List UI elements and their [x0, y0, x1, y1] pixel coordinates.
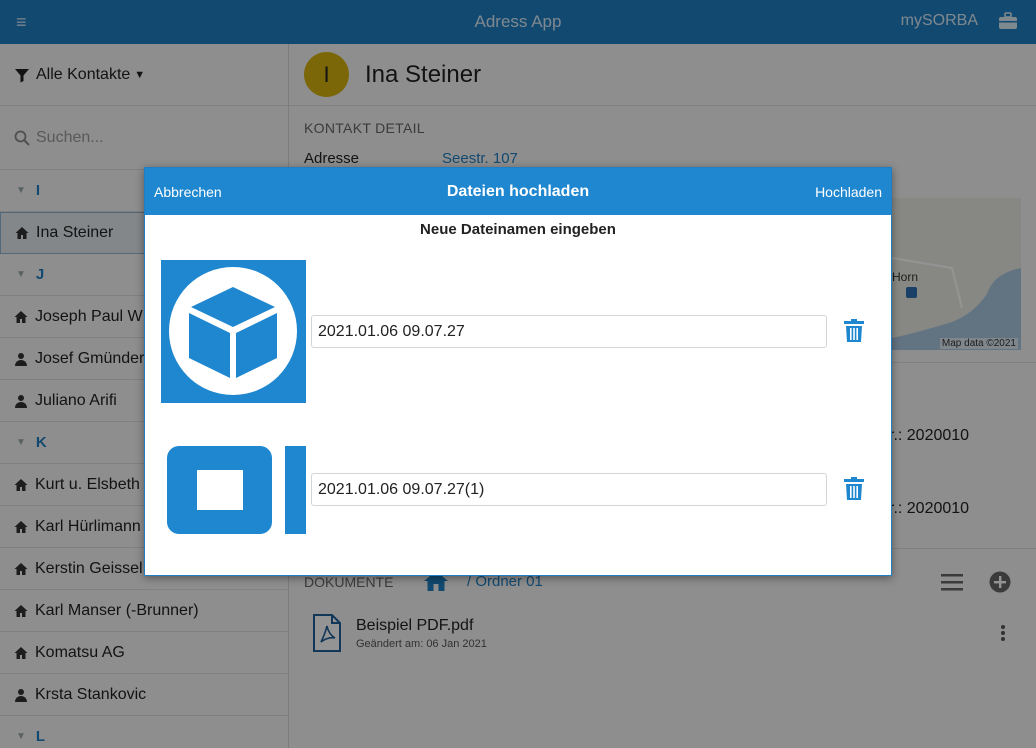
file-name-input[interactable] [311, 473, 827, 506]
dialog-header: Abbrechen Dateien hochladen Hochladen [145, 168, 891, 215]
dialog-title: Dateien hochladen [446, 183, 590, 200]
file-thumbnail-logo-icon [161, 434, 306, 538]
trash-icon[interactable] [844, 319, 864, 343]
upload-button[interactable]: Hochladen [815, 184, 882, 200]
dialog-subtitle: Neue Dateinamen eingeben [420, 221, 616, 238]
trash-icon[interactable] [844, 477, 864, 501]
upload-files-dialog: Abbrechen Dateien hochladen Hochladen Ne… [144, 167, 892, 576]
file-name-input[interactable] [311, 315, 827, 348]
file-thumbnail-cube-icon [161, 260, 306, 403]
